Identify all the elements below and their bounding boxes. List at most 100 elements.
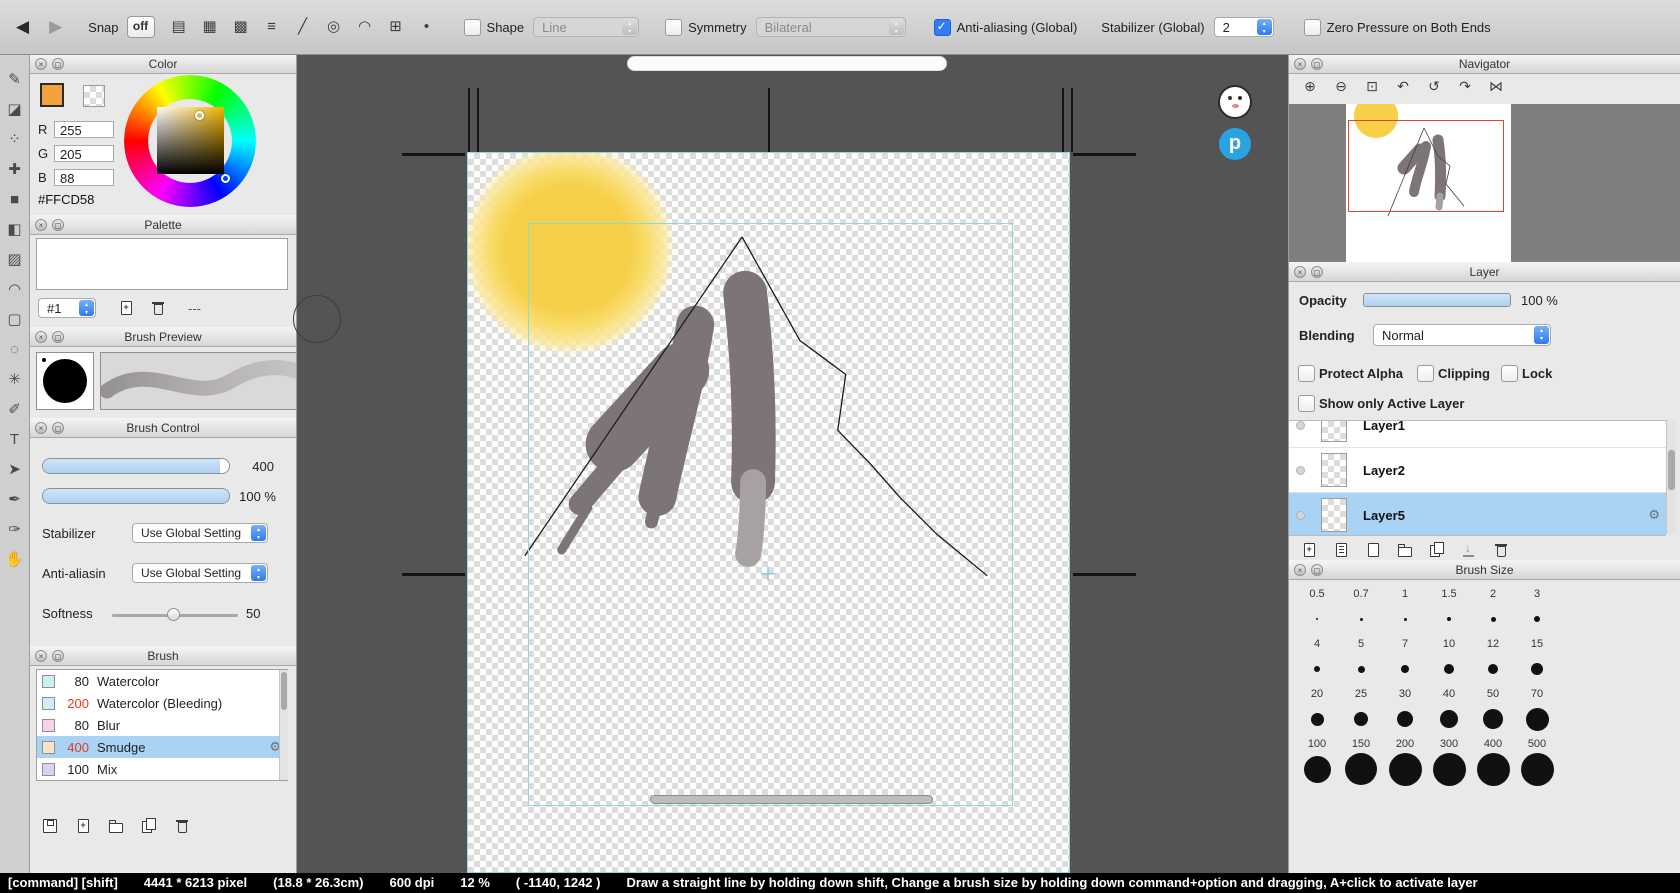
snap-curve-icon[interactable]: ◠	[352, 16, 378, 38]
delete-layer-icon[interactable]	[1493, 542, 1509, 558]
close-icon[interactable]: ×	[1294, 564, 1306, 576]
layer-opacity-slider[interactable]	[1363, 293, 1511, 307]
pen-tool-icon[interactable]: ✎	[4, 68, 26, 94]
brush-size-option[interactable]	[1383, 750, 1427, 788]
brush-size-option[interactable]	[1339, 650, 1383, 688]
text-tool-icon[interactable]: T	[4, 428, 26, 454]
collapse-icon[interactable]: ◻	[1311, 564, 1323, 576]
add-layer-icon[interactable]	[1301, 542, 1317, 558]
collapse-icon[interactable]: ◻	[52, 58, 64, 70]
brush-size-option[interactable]	[1471, 600, 1515, 638]
brush-size-option[interactable]	[1383, 600, 1427, 638]
magic-wand-tool-icon[interactable]: ✳	[4, 368, 26, 394]
layer-visibility-dot[interactable]	[1296, 511, 1305, 520]
merge-down-icon[interactable]	[1461, 542, 1477, 558]
snap-off-button[interactable]: off	[127, 16, 155, 38]
foreground-swatch[interactable]	[40, 83, 64, 107]
brush-list-item[interactable]: 100Mix	[37, 758, 287, 780]
snap-diagonal-icon[interactable]: ╱	[290, 16, 316, 38]
brush-size-option[interactable]	[1515, 650, 1559, 688]
window-title-pill[interactable]	[627, 56, 947, 71]
stabilizer-select[interactable]: 2 ▴▾	[1214, 17, 1274, 37]
collapse-icon[interactable]: ◻	[52, 650, 64, 662]
brush-size-option[interactable]	[1339, 750, 1383, 788]
channel-value-input[interactable]: 255	[54, 121, 114, 138]
clipping-checkbox[interactable]	[1417, 365, 1434, 382]
close-icon[interactable]: ×	[35, 331, 47, 343]
close-icon[interactable]: ×	[1294, 266, 1306, 278]
close-icon[interactable]: ×	[35, 58, 47, 70]
zoom-in-icon[interactable]: ⊕	[1298, 78, 1322, 95]
protect-alpha-checkbox[interactable]	[1298, 365, 1315, 382]
channel-value-input[interactable]: 205	[54, 145, 114, 162]
rotate-ccw-icon[interactable]: ↶	[1391, 78, 1415, 95]
navigator-view-rect[interactable]	[1348, 120, 1504, 212]
curve-tool-icon[interactable]: ◠	[4, 278, 26, 304]
brush-tool-icon[interactable]: ✒	[4, 488, 26, 514]
brush-size-option[interactable]	[1339, 700, 1383, 738]
brush-size-option[interactable]	[1295, 650, 1339, 688]
palette-list[interactable]	[36, 238, 288, 290]
snap-perspective-icon[interactable]: ⊞	[383, 16, 409, 38]
snap-grid-icon[interactable]: ▦	[197, 16, 223, 38]
brush-size-slider[interactable]	[42, 458, 230, 474]
saturation-value-square[interactable]	[157, 107, 224, 174]
close-icon[interactable]: ×	[35, 422, 47, 434]
brush-size-option[interactable]	[1295, 700, 1339, 738]
brush-size-option[interactable]	[1515, 700, 1559, 738]
select-pen-tool-icon[interactable]: ✐	[4, 398, 26, 424]
add-color-icon[interactable]	[118, 300, 134, 316]
brush-size-option[interactable]	[1427, 700, 1471, 738]
fill-rect-tool-icon[interactable]: ■	[4, 188, 26, 214]
move-tool-icon[interactable]: ✚	[4, 158, 26, 184]
select-rect-tool-icon[interactable]: ▢	[4, 308, 26, 334]
navigator-view[interactable]	[1289, 104, 1680, 262]
brush-size-option[interactable]	[1383, 650, 1427, 688]
airbrush-tool-icon[interactable]: ⁘	[4, 128, 26, 154]
brush-size-option[interactable]	[1295, 600, 1339, 638]
collapse-icon[interactable]: ◻	[52, 422, 64, 434]
layer-list-scrollbar[interactable]	[1666, 420, 1676, 534]
halftone-layer-icon[interactable]	[1333, 542, 1349, 558]
shape-select[interactable]: Line ▴▾	[533, 17, 639, 37]
stabilizer-setting-select[interactable]: Use Global Setting ▴▾	[132, 523, 268, 543]
collapse-icon[interactable]: ◻	[52, 219, 64, 231]
brush-size-option[interactable]	[1427, 750, 1471, 788]
snap-dot-icon[interactable]: •	[414, 16, 440, 38]
add-folder-icon[interactable]	[1397, 542, 1413, 558]
brush-size-option[interactable]	[1383, 700, 1427, 738]
layer-option-icon[interactable]	[1365, 542, 1381, 558]
canvas-area[interactable]	[297, 54, 1288, 873]
flip-icon[interactable]: ⋈	[1484, 78, 1508, 95]
undo-icon[interactable]: ◀	[16, 17, 29, 37]
hand-tool-icon[interactable]: ✋	[4, 548, 26, 574]
brush-size-option[interactable]	[1295, 750, 1339, 788]
collapse-icon[interactable]: ◻	[1311, 266, 1323, 278]
delete-brush-icon[interactable]	[174, 818, 190, 834]
save-brush-icon[interactable]	[42, 818, 58, 834]
antialiasing-checkbox[interactable]	[934, 19, 951, 36]
brush-list-scrollbar[interactable]	[279, 670, 288, 780]
shape-checkbox[interactable]	[464, 19, 481, 36]
brush-size-option[interactable]	[1339, 600, 1383, 638]
close-icon[interactable]: ×	[35, 219, 47, 231]
brush-opacity-slider[interactable]	[42, 488, 230, 504]
layer-visibility-dot[interactable]	[1296, 466, 1305, 475]
eraser-tool-icon[interactable]: ◪	[4, 98, 26, 124]
layer-visibility-dot[interactable]	[1296, 421, 1305, 430]
delete-color-icon[interactable]	[150, 300, 166, 316]
select-lasso-tool-icon[interactable]: ◌	[4, 338, 26, 364]
softness-slider[interactable]	[112, 614, 238, 617]
brush-folder-icon[interactable]	[108, 818, 124, 834]
gradient-tool-icon[interactable]: ▨	[4, 248, 26, 274]
gear-icon[interactable]: ⚙	[1648, 507, 1660, 523]
softness-knob[interactable]	[167, 608, 180, 621]
brush-size-option[interactable]	[1515, 750, 1559, 788]
antialias-setting-select[interactable]: Use Global Setting ▴▾	[132, 563, 268, 583]
snap-concentric-icon[interactable]: ◎	[321, 16, 347, 38]
horizontal-scrollbar[interactable]	[650, 795, 933, 804]
symmetry-checkbox[interactable]	[665, 19, 682, 36]
zoom-fit-icon[interactable]: ⊡	[1360, 78, 1384, 95]
blending-select[interactable]: Normal ▴▾	[1373, 324, 1551, 346]
collapse-icon[interactable]: ◻	[1311, 58, 1323, 70]
